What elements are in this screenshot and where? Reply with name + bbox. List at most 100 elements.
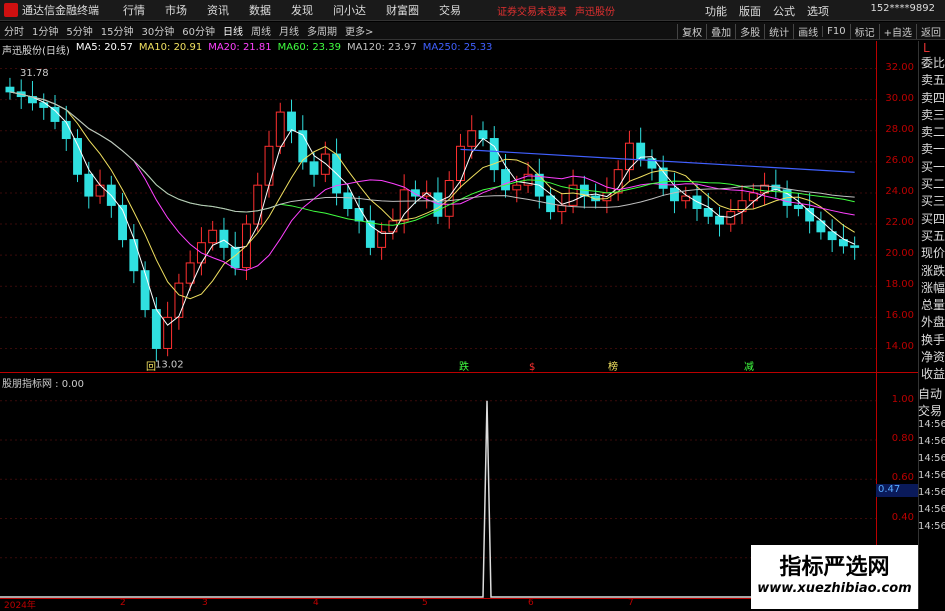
period-fenshi[interactable]: 分时 (4, 23, 24, 38)
candle-body (726, 211, 736, 225)
price-tick-label: 28.00 (885, 123, 914, 135)
side-item[interactable]: 买三 (919, 193, 945, 210)
watermark-cn: 指标严选网 (779, 555, 890, 580)
candle-body (275, 111, 285, 147)
side-item[interactable]: 涨幅 (919, 280, 945, 297)
candle-body (320, 153, 330, 175)
candlestick-chart[interactable]: 31.78 13.02回 跌 $ 榜 减 (0, 41, 876, 372)
tool-duogu[interactable]: 多股 (735, 23, 764, 39)
menu-caifuquan[interactable]: 财富圈 (386, 2, 419, 18)
period-5min[interactable]: 5分钟 (66, 23, 92, 38)
indicator-chart[interactable] (0, 372, 876, 598)
time-tick-label: 2 (120, 598, 126, 608)
sub-side-time: 14:56 (918, 419, 945, 430)
candle-body (377, 231, 387, 248)
sub-side-auto[interactable]: 自动 (918, 385, 945, 402)
price-tick-label: 18.00 (885, 279, 914, 291)
ma250-value: MA250: 25.33 (422, 42, 493, 53)
side-item[interactable]: 外盘 (919, 314, 945, 331)
period-more[interactable]: 更多> (345, 23, 373, 38)
side-item[interactable]: 买二 (919, 176, 945, 193)
price-tick-label: 32.00 (885, 61, 914, 73)
candle-body (61, 120, 71, 140)
tool-zixuan[interactable]: +自选 (878, 23, 916, 39)
candle-body (512, 184, 522, 191)
side-item[interactable]: 涨跌 (919, 263, 945, 280)
period-monthly[interactable]: 月线 (279, 23, 299, 38)
price-tick-label: 22.00 (885, 217, 914, 229)
menu-jiaoyi[interactable]: 交易 (439, 2, 461, 18)
candle-body (850, 245, 860, 248)
tool-biaoji[interactable]: 标记 (849, 23, 879, 39)
price-tick-label: 16.00 (885, 310, 914, 322)
side-item[interactable]: 换手 (919, 332, 945, 349)
candle-body (715, 215, 724, 225)
side-item[interactable]: 卖一 (919, 141, 945, 158)
sub-side-time: 14:56 (918, 504, 945, 515)
candle-body (50, 106, 60, 122)
period-daily[interactable]: 日线 (223, 23, 243, 38)
menu-bar: 通达信金融终端 行情 市场 资讯 数据 发现 问小达 财富圈 交易 证券交易未登… (0, 0, 945, 21)
sub-side-time: 14:56 (918, 470, 945, 481)
time-tick-label: 3 (202, 598, 208, 608)
price-tick-label: 20.00 (885, 248, 914, 260)
menu-gongshi[interactable]: 公式 (773, 3, 795, 19)
price-axis: 32.00 30.00 28.00 26.00 24.00 22.00 20.00 18.00… (876, 41, 918, 372)
chart-toolbar: 复权 叠加 多股 统计 画线 F10 标记 +自选 返回 (677, 22, 945, 40)
menu-banmian[interactable]: 版面 (739, 3, 761, 19)
side-item[interactable]: 总量 (919, 297, 945, 314)
side-item[interactable]: 卖四 (919, 90, 945, 107)
menu-shichang[interactable]: 市场 (165, 2, 187, 18)
side-item[interactable]: 卖五 (919, 72, 945, 89)
period-1min[interactable]: 1分钟 (32, 23, 58, 38)
menu-zixun[interactable]: 资讯 (207, 2, 229, 18)
indicator-current-value: 0.47 (876, 484, 918, 497)
candle-body (185, 262, 195, 284)
menu-gongneng[interactable]: 功能 (705, 3, 727, 19)
candle-body (467, 130, 477, 147)
side-item[interactable]: 委比 (919, 55, 945, 72)
price-tick-label: 14.00 (885, 341, 914, 353)
menu-wenxiaoda[interactable]: 问小达 (333, 2, 366, 18)
period-30min[interactable]: 30分钟 (141, 23, 174, 38)
menu-faxian[interactable]: 发现 (291, 2, 313, 18)
price-tick-label: 30.00 (885, 92, 914, 104)
candle-body (264, 145, 274, 186)
menu-xuanxiang[interactable]: 选项 (807, 3, 829, 19)
candle-body (208, 229, 218, 244)
period-multi[interactable]: 多周期 (307, 23, 337, 38)
candle-body (174, 282, 184, 318)
ma120-line (9, 91, 855, 213)
sub-side-trade[interactable]: 交易 (918, 402, 945, 419)
account-label[interactable]: 152****9892 (870, 3, 935, 14)
menu-hangqing[interactable]: 行情 (123, 2, 145, 18)
period-15min[interactable]: 15分钟 (101, 23, 134, 38)
tool-tongji[interactable]: 统计 (764, 23, 793, 39)
tool-diejia[interactable]: 叠加 (706, 23, 735, 39)
tool-f10[interactable]: F10 (822, 25, 849, 37)
side-item[interactable]: 卖三 (919, 107, 945, 124)
period-60min[interactable]: 60分钟 (182, 23, 215, 38)
candle-body (388, 220, 398, 233)
side-item[interactable]: 卖二 (919, 124, 945, 141)
period-weekly[interactable]: 周线 (251, 23, 271, 38)
candle-body (793, 204, 803, 209)
indicator-tick-label: 0.40 (891, 511, 914, 523)
event-mark: 减 (744, 361, 754, 372)
tool-fanhui[interactable]: 返回 (916, 23, 945, 39)
menu-shuju[interactable]: 数据 (249, 2, 271, 18)
side-item[interactable]: 现价 (919, 245, 945, 262)
trade-login-notice[interactable]: 证券交易未登录 (497, 3, 567, 18)
indicator-tick-label: 1.00 (891, 393, 914, 405)
side-item[interactable]: 买四 (919, 211, 945, 228)
tool-huaxian[interactable]: 画线 (793, 23, 822, 39)
side-item[interactable]: 买五 (919, 228, 945, 245)
candle-body (129, 239, 139, 272)
sub-side-time: 14:56 (918, 487, 945, 498)
candle-body (219, 229, 229, 248)
side-item[interactable]: 买一 (919, 159, 945, 176)
side-item[interactable]: 收益 (919, 366, 945, 383)
side-item[interactable]: 净资 (919, 349, 945, 366)
candle-body (670, 187, 679, 202)
tool-fuquan[interactable]: 复权 (677, 23, 706, 39)
